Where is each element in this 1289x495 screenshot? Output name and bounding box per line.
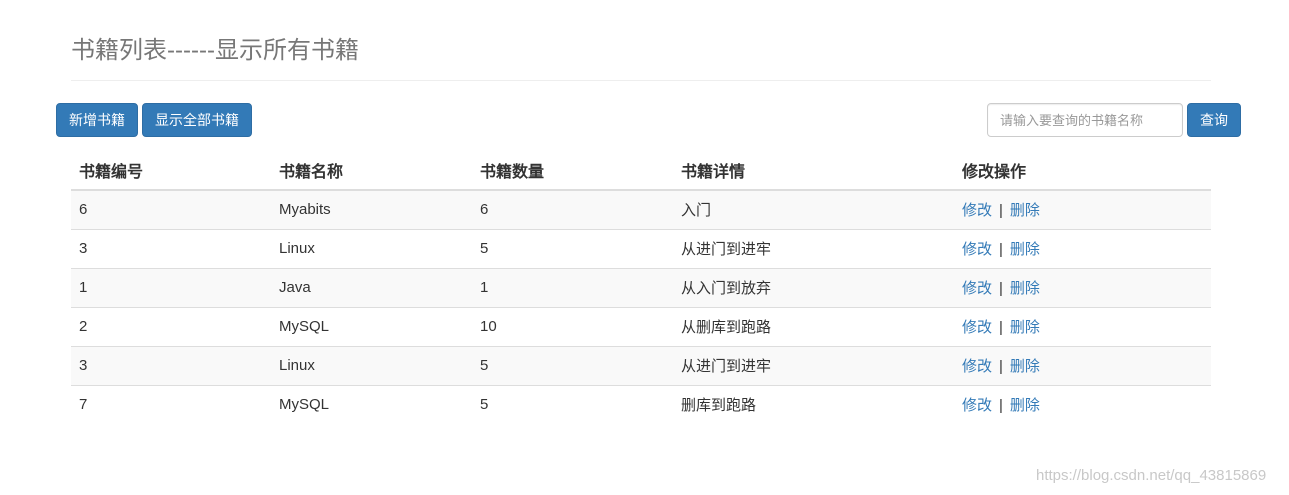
edit-link[interactable]: 修改 [962,280,992,297]
cell-book-id: 3 [71,228,271,268]
cell-book-count: 6 [472,189,673,229]
page-title: 书籍列表------显示所有书籍 [71,37,359,64]
watermark: https://blog.csdn.net/qq_43815869 [1036,467,1267,484]
cell-book-id: 3 [71,345,271,385]
action-separator: | [999,397,1003,415]
cell-book-id: 2 [71,306,271,346]
cell-book-detail: 从入门到放弃 [673,267,954,307]
book-table: 书籍编号 书籍名称 书籍数量 书籍详情 修改操作 6 Myabits 6 入门 修改 | 删… [71,150,1211,424]
action-separator: | [999,319,1003,336]
table-row: 2 MySQL 10 从删库到跑路 修改 | 删除 [71,306,1211,346]
add-book-button[interactable]: 新增书籍 [56,103,138,137]
cell-book-name: Java [271,267,472,307]
cell-book-name: Linux [271,228,472,268]
edit-link[interactable]: 修改 [962,319,992,336]
cell-book-id: 6 [71,189,271,229]
cell-book-count: 5 [472,345,673,385]
cell-actions: 修改 | 删除 [954,384,1211,424]
show-all-books-button[interactable]: 显示全部书籍 [142,103,252,137]
table-row: 6 Myabits 6 入门 修改 | 删除 [71,189,1211,229]
edit-link[interactable]: 修改 [962,202,992,219]
cell-book-detail: 从进门到进牢 [673,345,954,385]
table-row: 3 Linux 5 从进门到进牢 修改 | 删除 [71,228,1211,268]
cell-book-detail: 从进门到进牢 [673,228,954,268]
column-header-count: 书籍数量 [472,150,673,191]
delete-link[interactable]: 删除 [1010,319,1040,336]
cell-book-count: 5 [472,384,673,424]
cell-book-count: 1 [472,267,673,307]
table-header-row: 书籍编号 书籍名称 书籍数量 书籍详情 修改操作 [71,150,1211,191]
action-separator: | [999,202,1003,220]
edit-link[interactable]: 修改 [962,241,992,258]
cell-book-name: MySQL [271,306,472,346]
delete-link[interactable]: 删除 [1010,241,1040,258]
action-separator: | [999,358,1003,375]
page-header: 书籍列表------显示所有书籍 [71,36,1211,81]
cell-book-id: 7 [71,384,271,424]
delete-link[interactable]: 删除 [1010,358,1040,375]
edit-link[interactable]: 修改 [962,358,992,375]
cell-book-detail: 入门 [673,189,954,229]
cell-book-count: 10 [472,306,673,346]
cell-book-count: 5 [472,228,673,268]
cell-book-detail: 从删库到跑路 [673,306,954,346]
delete-link[interactable]: 删除 [1010,397,1040,414]
cell-book-detail: 删库到跑路 [673,384,954,424]
action-separator: | [999,241,1003,258]
search-input[interactable] [987,103,1183,137]
cell-actions: 修改 | 删除 [954,189,1211,229]
cell-actions: 修改 | 删除 [954,228,1211,268]
column-header-id: 书籍编号 [71,150,271,191]
action-separator: | [999,280,1003,297]
cell-book-name: MySQL [271,384,472,424]
table-row: 1 Java 1 从入门到放弃 修改 | 删除 [71,267,1211,307]
cell-book-name: Myabits [271,189,472,229]
cell-actions: 修改 | 删除 [954,267,1211,307]
query-button[interactable]: 查询 [1187,103,1241,137]
cell-actions: 修改 | 删除 [954,345,1211,385]
table-row: 3 Linux 5 从进门到进牢 修改 | 删除 [71,345,1211,385]
cell-book-name: Linux [271,345,472,385]
column-header-detail: 书籍详情 [673,150,954,191]
delete-link[interactable]: 删除 [1010,280,1040,297]
cell-actions: 修改 | 删除 [954,306,1211,346]
column-header-actions: 修改操作 [954,150,1211,191]
delete-link[interactable]: 删除 [1010,202,1040,219]
column-header-name: 书籍名称 [271,150,472,191]
edit-link[interactable]: 修改 [962,397,992,414]
table-row: 7 MySQL 5 删库到跑路 修改 | 删除 [71,384,1211,424]
cell-book-id: 1 [71,267,271,307]
